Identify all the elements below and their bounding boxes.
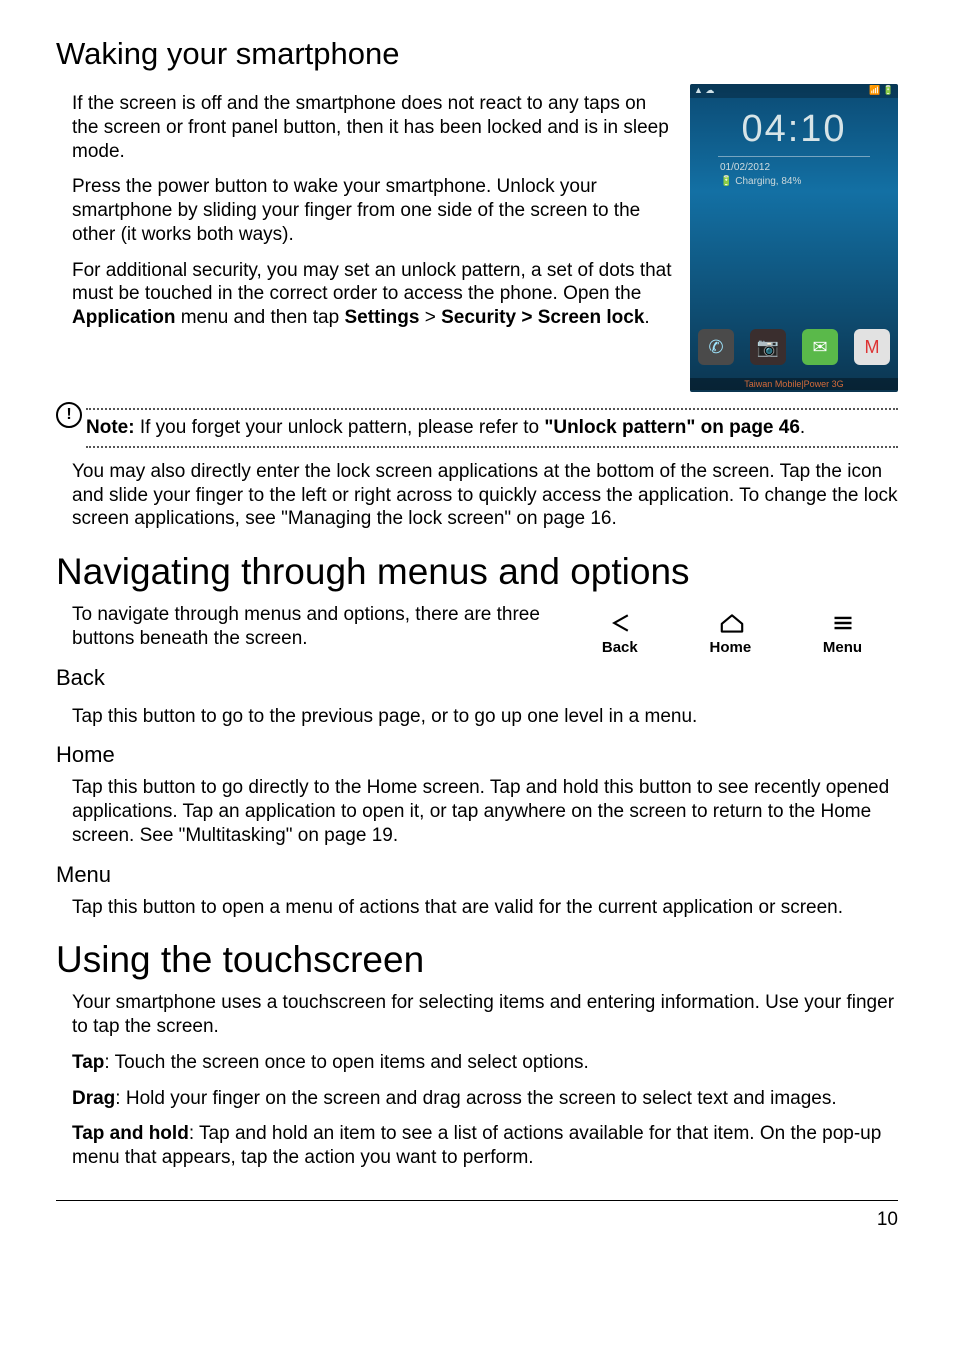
phone-date: 01/02/2012 <box>720 162 770 173</box>
waking-p3: For additional security, you may set an … <box>72 259 672 330</box>
waking-p2: Press the power button to wake your smar… <box>72 175 672 246</box>
bold-security-screenlock: Security > Screen lock <box>441 307 644 328</box>
phone-divider <box>718 156 870 157</box>
subhead-menu: Menu <box>56 862 898 888</box>
waking-p4: You may also directly enter the lock scr… <box>72 460 898 531</box>
text: > <box>419 307 441 328</box>
sms-app-icon: ✉ <box>802 329 838 365</box>
back-p: Tap this button to go to the previous pa… <box>72 705 898 729</box>
status-left-icons: ▲ ☁ <box>694 85 714 97</box>
subhead-home: Home <box>56 742 898 768</box>
phone-carrier: Taiwan Mobile|Power 3G <box>690 378 898 390</box>
menu-p: Tap this button to open a menu of action… <box>72 896 898 920</box>
touch-tap: Tap: Touch the screen once to open items… <box>72 1051 898 1075</box>
mail-app-icon: M <box>854 329 890 365</box>
tap-text: : Touch the screen once to open items an… <box>104 1052 588 1073</box>
heading-waking: Waking your smartphone <box>56 36 898 72</box>
status-right-icons: 📶 🔋 <box>869 85 894 97</box>
lockscreen-apps: ✆ 📷 ✉ M <box>690 322 898 372</box>
menu-icon <box>826 609 860 637</box>
touch-drag: Drag: Hold your finger on the screen and… <box>72 1087 898 1111</box>
back-icon <box>604 609 638 637</box>
text: menu and then tap <box>175 307 344 328</box>
phone-clock: 04:10 <box>690 108 898 151</box>
note-text: If you forget your unlock pattern, pleas… <box>135 417 545 438</box>
bold-application: Application <box>72 307 175 328</box>
home-p: Tap this button to go directly to the Ho… <box>72 776 898 847</box>
home-icon <box>715 609 749 637</box>
waking-p1: If the screen is off and the smartphone … <box>72 92 672 163</box>
drag-bold: Drag <box>72 1088 115 1109</box>
note-rule-top <box>86 408 898 410</box>
nav-buttons-figure: Back Home Menu <box>566 603 898 660</box>
text: . <box>644 307 649 328</box>
note-end: . <box>800 417 805 438</box>
caution-icon: ! <box>56 402 82 428</box>
bold-settings: Settings <box>344 307 419 328</box>
tap-bold: Tap <box>72 1052 104 1073</box>
taphold-text: : Tap and hold an item to see a list of … <box>72 1123 881 1168</box>
touch-taphold: Tap and hold: Tap and hold an item to se… <box>72 1122 898 1170</box>
nav-label-back: Back <box>602 639 638 656</box>
phone-app-icon: ✆ <box>698 329 734 365</box>
camera-app-icon: 📷 <box>750 329 786 365</box>
lockscreen-illustration: ▲ ☁ 📶 🔋 04:10 01/02/2012 🔋 Charging, 84%… <box>690 84 898 392</box>
subhead-back: Back <box>56 665 898 691</box>
heading-touchscreen: Using the touchscreen <box>56 939 898 981</box>
drag-text: : Hold your finger on the screen and dra… <box>115 1088 836 1109</box>
note-link: "Unlock pattern" on page 46 <box>544 417 800 438</box>
note-label: Note: <box>86 417 135 438</box>
phone-charging: 🔋 Charging, 84% <box>720 176 801 187</box>
heading-navigating: Navigating through menus and options <box>56 551 898 593</box>
page-number: 10 <box>56 1209 898 1231</box>
text: For additional security, you may set an … <box>72 260 672 305</box>
phone-statusbar: ▲ ☁ 📶 🔋 <box>690 84 898 98</box>
nav-label-home: Home <box>709 639 751 656</box>
note-block: ! Note: If you forget your unlock patter… <box>56 408 898 448</box>
nav-label-menu: Menu <box>823 639 862 656</box>
note-rule-bottom <box>86 446 898 448</box>
footer-rule <box>56 1200 898 1201</box>
touch-p1: Your smartphone uses a touchscreen for s… <box>72 991 898 1039</box>
taphold-bold: Tap and hold <box>72 1123 189 1144</box>
